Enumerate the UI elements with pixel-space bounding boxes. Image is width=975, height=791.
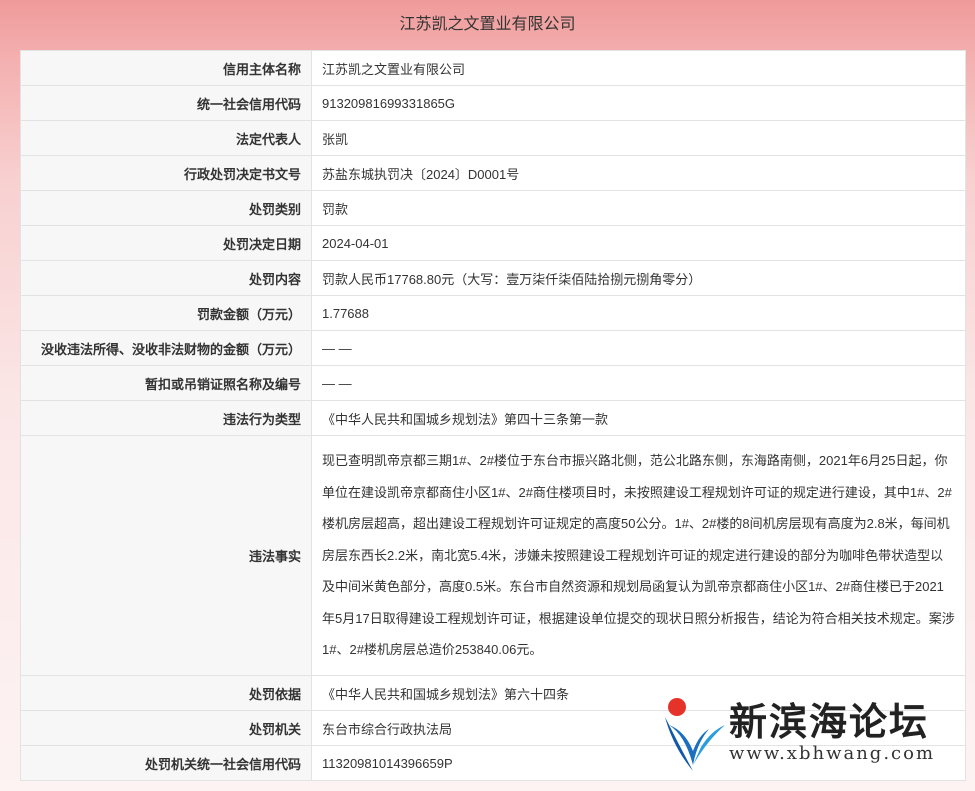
row-value: — — — [311, 365, 966, 401]
row-value: 罚款 — [311, 190, 966, 226]
table-row: 信用主体名称 江苏凯之文置业有限公司 — [20, 50, 966, 86]
row-value: 2024-04-01 — [311, 225, 966, 261]
table-row: 法定代表人 张凯 — [20, 120, 966, 156]
table-row: 统一社会信用代码 91320981699331865G — [20, 85, 966, 121]
table-row: 处罚内容 罚款人民币17768.80元（大写：壹万柒仟柒佰陆拾捌元捌角零分） — [20, 260, 966, 296]
row-value: 91320981699331865G — [311, 85, 966, 121]
row-label: 统一社会信用代码 — [20, 85, 312, 121]
row-label: 罚款金额（万元） — [20, 295, 312, 331]
row-value: 江苏凯之文置业有限公司 — [311, 50, 966, 86]
row-label: 处罚内容 — [20, 260, 312, 296]
watermark-site-name: 新滨海论坛 — [729, 699, 930, 744]
page-title: 江苏凯之文置业有限公司 — [399, 16, 576, 33]
row-value: — — — [311, 330, 966, 366]
site-watermark: 新滨海论坛 www.xbhwang.com — [663, 691, 963, 777]
row-label: 法定代表人 — [20, 120, 312, 156]
row-value: 1.77688 — [311, 295, 966, 331]
table-row: 违法行为类型 《中华人民共和国城乡规划法》第四十三条第一款 — [20, 400, 966, 436]
row-label: 没收违法所得、没收非法财物的金额（万元） — [20, 330, 312, 366]
row-label: 违法行为类型 — [20, 400, 312, 436]
xb-logo-icon — [665, 698, 725, 771]
row-label: 违法事实 — [20, 435, 312, 676]
row-label: 处罚机关 — [20, 710, 312, 746]
table-row: 行政处罚决定书文号 苏盐东城执罚决〔2024〕D0001号 — [20, 155, 966, 191]
row-value: 苏盐东城执罚决〔2024〕D0001号 — [311, 155, 966, 191]
row-label: 行政处罚决定书文号 — [20, 155, 312, 191]
table-row: 处罚类别 罚款 — [20, 190, 966, 226]
row-label: 处罚类别 — [20, 190, 312, 226]
row-value: 《中华人民共和国城乡规划法》第四十三条第一款 — [311, 400, 966, 436]
row-label: 处罚依据 — [20, 675, 312, 711]
row-value: 现已查明凯帝京都三期1#、2#楼位于东台市振兴路北侧，范公北路东侧，东海路南侧，… — [311, 435, 966, 676]
table-row: 罚款金额（万元） 1.77688 — [20, 295, 966, 331]
row-label: 信用主体名称 — [20, 50, 312, 86]
watermark-site-url: www.xbhwang.com — [729, 743, 936, 764]
row-value: 张凯 — [311, 120, 966, 156]
table-row: 处罚决定日期 2024-04-01 — [20, 225, 966, 261]
row-label: 暂扣或吊销证照名称及编号 — [20, 365, 312, 401]
table-row: 没收违法所得、没收非法财物的金额（万元） — — — [20, 330, 966, 366]
row-label: 处罚决定日期 — [20, 225, 312, 261]
table-row: 违法事实 现已查明凯帝京都三期1#、2#楼位于东台市振兴路北侧，范公北路东侧，东… — [20, 435, 966, 676]
penalty-info-table: 信用主体名称 江苏凯之文置业有限公司 统一社会信用代码 913209816993… — [20, 50, 966, 781]
row-value: 罚款人民币17768.80元（大写：壹万柒仟柒佰陆拾捌元捌角零分） — [311, 260, 966, 296]
table-row: 暂扣或吊销证照名称及编号 — — — [20, 365, 966, 401]
row-label: 处罚机关统一社会信用代码 — [20, 745, 312, 781]
